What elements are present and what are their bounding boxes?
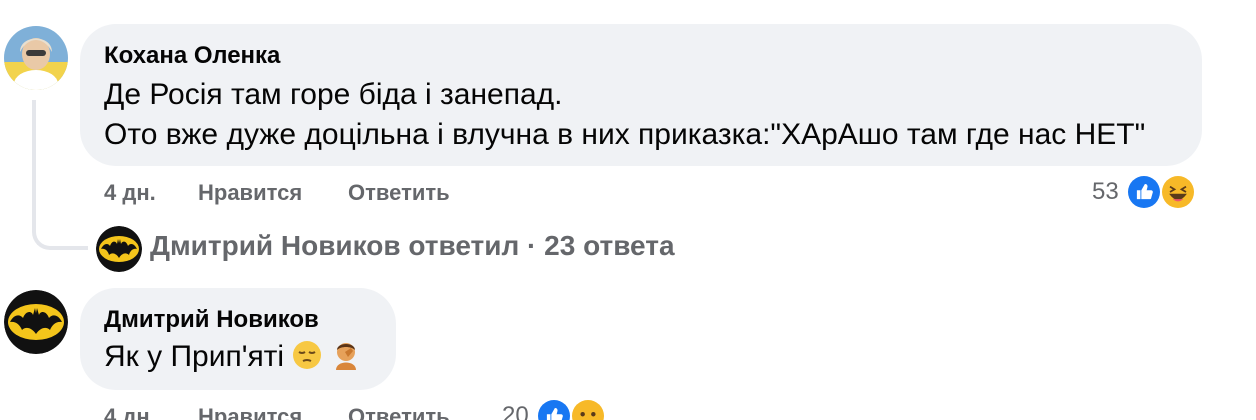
facepalm-emoji [331, 340, 361, 370]
view-replies-link[interactable]: Дмитрий Новиков ответил · 23 ответа [150, 230, 675, 262]
reply-action[interactable]: Ответить [348, 404, 450, 420]
like-action[interactable]: Нравится [198, 180, 302, 206]
comment-text-line-1: Де Росія там горе біда і занепад. [104, 78, 563, 111]
sad-icon [570, 398, 606, 420]
like-icon [536, 398, 572, 420]
comment-bubble-2 [80, 288, 396, 390]
reaction-count[interactable]: 20 [502, 402, 529, 420]
haha-icon [1160, 174, 1196, 210]
comment-text-line-2: Ото вже дуже доцільна і влучна в них при… [104, 118, 1146, 151]
avatar-kohana-olenka[interactable] [4, 26, 68, 90]
pensive-face-emoji [292, 340, 322, 370]
comment-author[interactable]: Кохана Оленка [104, 42, 280, 70]
comment-timestamp[interactable]: 4 дн. [104, 180, 156, 206]
comment-author[interactable]: Дмитрий Новиков [104, 306, 319, 334]
comment-text-content: Як у Прип'яті [104, 340, 285, 373]
like-icon [1126, 174, 1162, 210]
like-action[interactable]: Нравится [198, 404, 302, 420]
reply-action[interactable]: Ответить [348, 180, 450, 206]
avatar-dmitriy-novikov[interactable] [4, 290, 68, 354]
avatar-dmitriy-novikov-small[interactable] [96, 226, 142, 272]
comment-text: Як у Прип'яті [104, 340, 361, 374]
comment-timestamp[interactable]: 4 дн. [104, 404, 156, 420]
reaction-count[interactable]: 53 [1092, 178, 1119, 206]
